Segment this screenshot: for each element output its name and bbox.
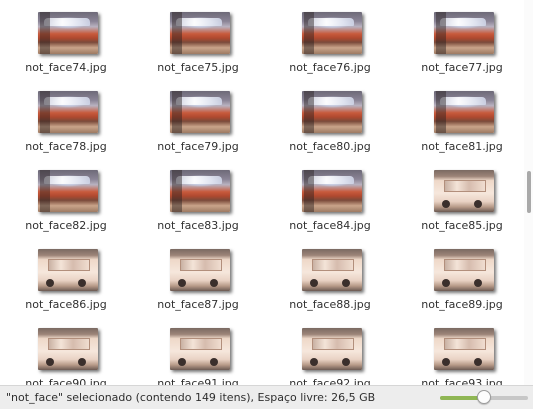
file-item[interactable]: not_face77.jpg (396, 12, 524, 91)
image-thumbnail (170, 328, 230, 370)
image-thumbnail (170, 249, 230, 291)
file-name: not_face85.jpg (421, 219, 503, 232)
file-item[interactable]: not_face82.jpg (0, 170, 132, 249)
file-name: not_face86.jpg (25, 298, 107, 311)
file-item[interactable]: not_face88.jpg (264, 249, 396, 328)
image-thumbnail (434, 249, 494, 291)
file-item[interactable]: not_face90.jpg (0, 328, 132, 385)
zoom-slider[interactable] (440, 390, 528, 404)
file-name: not_face83.jpg (157, 219, 239, 232)
file-name: not_face91.jpg (157, 377, 239, 385)
file-item[interactable]: not_face84.jpg (264, 170, 396, 249)
file-item[interactable]: not_face91.jpg (132, 328, 264, 385)
file-item[interactable]: not_face79.jpg (132, 91, 264, 170)
file-name: not_face79.jpg (157, 140, 239, 153)
image-thumbnail (434, 12, 494, 54)
vertical-scrollbar[interactable] (524, 0, 533, 385)
file-item[interactable]: not_face93.jpg (396, 328, 524, 385)
file-name: not_face74.jpg (25, 61, 107, 74)
image-thumbnail (38, 249, 98, 291)
file-view[interactable]: not_face74.jpg not_face75.jpg not_face76.j… (0, 0, 524, 385)
file-item[interactable]: not_face74.jpg (0, 12, 132, 91)
file-name: not_face93.jpg (421, 377, 503, 385)
file-name: not_face77.jpg (421, 61, 503, 74)
file-name: not_face80.jpg (289, 140, 371, 153)
file-name: not_face82.jpg (25, 219, 107, 232)
status-text: "not_face" selecionado (contendo 149 ite… (6, 391, 376, 404)
file-grid: not_face74.jpg not_face75.jpg not_face76.j… (0, 12, 524, 385)
file-name: not_face88.jpg (289, 298, 371, 311)
image-thumbnail (38, 328, 98, 370)
file-name: not_face89.jpg (421, 298, 503, 311)
file-name: not_face81.jpg (421, 140, 503, 153)
file-name: not_face78.jpg (25, 140, 107, 153)
status-bar: "not_face" selecionado (contendo 149 ite… (0, 385, 533, 409)
file-name: not_face76.jpg (289, 61, 371, 74)
file-item[interactable]: not_face80.jpg (264, 91, 396, 170)
file-item[interactable]: not_face81.jpg (396, 91, 524, 170)
image-thumbnail (170, 170, 230, 212)
image-thumbnail (38, 170, 98, 212)
image-thumbnail (302, 249, 362, 291)
file-item[interactable]: not_face76.jpg (264, 12, 396, 91)
file-item[interactable]: not_face85.jpg (396, 170, 524, 249)
file-item[interactable]: not_face78.jpg (0, 91, 132, 170)
image-thumbnail (434, 328, 494, 370)
file-name: not_face87.jpg (157, 298, 239, 311)
image-thumbnail (170, 91, 230, 133)
image-thumbnail (302, 91, 362, 133)
file-item[interactable]: not_face83.jpg (132, 170, 264, 249)
file-name: not_face92.jpg (289, 377, 371, 385)
image-thumbnail (434, 91, 494, 133)
file-item[interactable]: not_face86.jpg (0, 249, 132, 328)
file-name: not_face90.jpg (25, 377, 107, 385)
file-name: not_face75.jpg (157, 61, 239, 74)
file-name: not_face84.jpg (289, 219, 371, 232)
scrollbar-thumb[interactable] (527, 171, 531, 213)
image-thumbnail (38, 91, 98, 133)
image-thumbnail (434, 170, 494, 212)
image-thumbnail (38, 12, 98, 54)
file-item[interactable]: not_face92.jpg (264, 328, 396, 385)
file-item[interactable]: not_face89.jpg (396, 249, 524, 328)
image-thumbnail (302, 328, 362, 370)
file-item[interactable]: not_face87.jpg (132, 249, 264, 328)
image-thumbnail (302, 12, 362, 54)
image-thumbnail (302, 170, 362, 212)
zoom-handle[interactable] (477, 390, 491, 404)
image-thumbnail (170, 12, 230, 54)
file-item[interactable]: not_face75.jpg (132, 12, 264, 91)
